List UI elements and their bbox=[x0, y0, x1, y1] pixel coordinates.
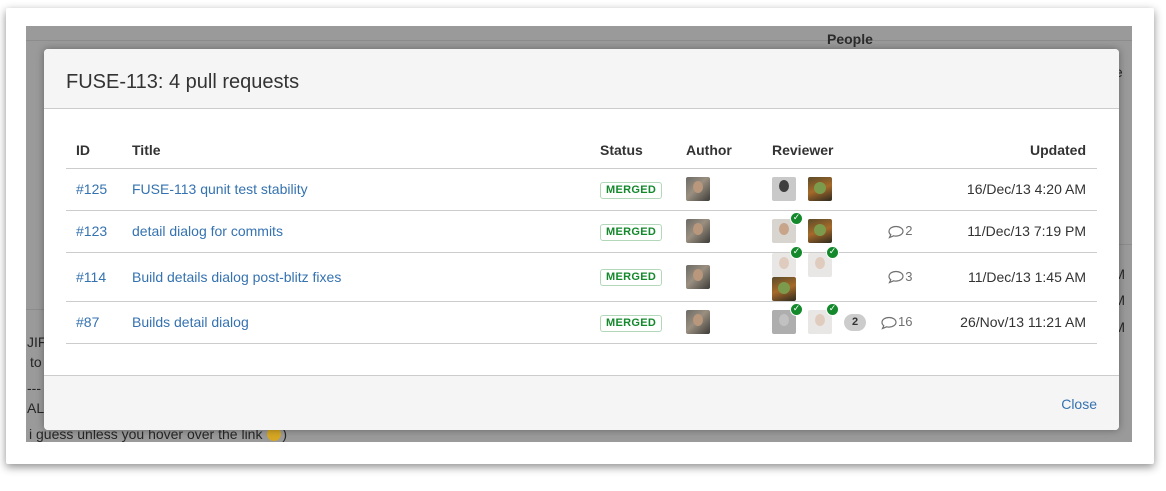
comment-count: 3 bbox=[905, 268, 913, 284]
comment-count: 16 bbox=[898, 314, 913, 330]
status-badge: MERGED bbox=[600, 314, 663, 332]
column-header-id: ID bbox=[66, 109, 122, 169]
author-avatar[interactable] bbox=[686, 264, 710, 289]
pull-requests-table: ID Title Status Author Reviewer Updated … bbox=[66, 109, 1097, 344]
approved-check-icon: ✓ bbox=[790, 303, 803, 316]
table-row: #125 FUSE-113 qunit test stability MERGE… bbox=[66, 168, 1097, 211]
author-avatar[interactable] bbox=[686, 219, 710, 243]
column-header-updated: Updated bbox=[934, 109, 1097, 169]
column-header-author: Author bbox=[676, 109, 762, 169]
reviewer[interactable]: ✓ bbox=[772, 245, 803, 277]
pull-request-id-link[interactable]: #123 bbox=[76, 223, 107, 239]
reviewer[interactable] bbox=[808, 219, 832, 243]
comment-count-cell[interactable]: 3 bbox=[870, 252, 935, 302]
reviewer[interactable] bbox=[772, 177, 796, 201]
comment-count-cell[interactable]: 16 bbox=[870, 301, 935, 344]
approved-check-icon: ✓ bbox=[790, 212, 803, 225]
dialog-body: ID Title Status Author Reviewer Updated … bbox=[66, 109, 1097, 344]
bg-fragment: AL bbox=[27, 400, 45, 416]
reviewer-avatar[interactable] bbox=[772, 276, 796, 301]
screenshot-frame: People ule su th AM PM PM JIF to --- AL … bbox=[6, 8, 1154, 464]
column-header-title: Title bbox=[122, 109, 590, 169]
dialog-footer: Close bbox=[44, 375, 1119, 430]
comment-count-cell[interactable]: 2 bbox=[870, 210, 935, 253]
more-reviewers-badge[interactable]: 2 bbox=[844, 313, 866, 331]
column-header-reviewer: Reviewer bbox=[762, 109, 870, 169]
dialog-header: FUSE-113: 4 pull requests bbox=[44, 49, 1119, 109]
pull-requests-dialog: FUSE-113: 4 pull requests ID Title Statu… bbox=[44, 49, 1119, 430]
reviewer-avatar[interactable] bbox=[772, 177, 796, 201]
bg-fragment: --- bbox=[27, 380, 41, 396]
status-badge: MERGED bbox=[600, 269, 663, 286]
pull-request-title-link[interactable]: Builds detail dialog bbox=[132, 314, 249, 330]
status-badge: MERGED bbox=[600, 181, 663, 199]
bg-divider bbox=[26, 309, 46, 310]
approved-check-icon: ✓ bbox=[826, 303, 839, 316]
approved-check-icon: ✓ bbox=[826, 245, 839, 259]
reviewer[interactable]: ✓ bbox=[772, 303, 803, 334]
reviewer[interactable]: ✓ bbox=[808, 245, 839, 277]
pull-request-id-link[interactable]: #125 bbox=[76, 181, 107, 197]
bg-fragment: to bbox=[30, 354, 42, 370]
author-avatar[interactable] bbox=[686, 310, 710, 334]
updated-date: 26/Nov/13 11:21 AM bbox=[934, 301, 1097, 344]
updated-date: 11/Dec/13 1:45 AM bbox=[934, 252, 1097, 302]
reviewer[interactable]: ✓ bbox=[808, 303, 839, 334]
status-badge: MERGED bbox=[600, 223, 663, 241]
column-header-status: Status bbox=[590, 109, 676, 169]
pull-request-title-link[interactable]: FUSE-113 qunit test stability bbox=[132, 181, 308, 197]
column-header-comments bbox=[870, 109, 935, 169]
comment-count: 2 bbox=[905, 223, 913, 239]
reviewer[interactable] bbox=[808, 177, 832, 201]
pull-request-id-link[interactable]: #87 bbox=[76, 314, 99, 330]
pull-request-title-link[interactable]: Build details dialog post-blitz fixes bbox=[132, 269, 341, 285]
table-row: #123 detail dialog for commits MERGED ✓ … bbox=[66, 210, 1097, 253]
close-button[interactable]: Close bbox=[1061, 396, 1097, 412]
table-row: #87 Builds detail dialog MERGED ✓ ✓ 2 16 2… bbox=[66, 301, 1097, 344]
updated-date: 16/Dec/13 4:20 AM bbox=[934, 168, 1097, 211]
reviewer-avatar[interactable] bbox=[808, 177, 832, 201]
bg-section-heading: People bbox=[827, 31, 873, 47]
comment-icon bbox=[881, 316, 897, 330]
bg-divider bbox=[26, 40, 1132, 41]
table-header-row: ID Title Status Author Reviewer Updated bbox=[66, 109, 1097, 169]
dialog-title: FUSE-113: 4 pull requests bbox=[66, 71, 300, 93]
reviewer-avatar[interactable] bbox=[808, 219, 832, 243]
reviewer[interactable]: ✓ bbox=[772, 212, 803, 243]
approved-check-icon: ✓ bbox=[790, 245, 803, 259]
pull-request-id-link[interactable]: #114 bbox=[76, 269, 106, 285]
updated-date: 11/Dec/13 7:19 PM bbox=[934, 210, 1097, 253]
author-avatar[interactable] bbox=[686, 177, 710, 201]
comment-icon bbox=[888, 225, 904, 239]
table-row: #114 Build details dialog post-blitz fix… bbox=[66, 245, 1097, 302]
comment-count-cell bbox=[870, 168, 935, 211]
comment-icon bbox=[888, 271, 904, 284]
pull-request-title-link[interactable]: detail dialog for commits bbox=[132, 223, 283, 239]
reviewer[interactable] bbox=[772, 276, 796, 301]
